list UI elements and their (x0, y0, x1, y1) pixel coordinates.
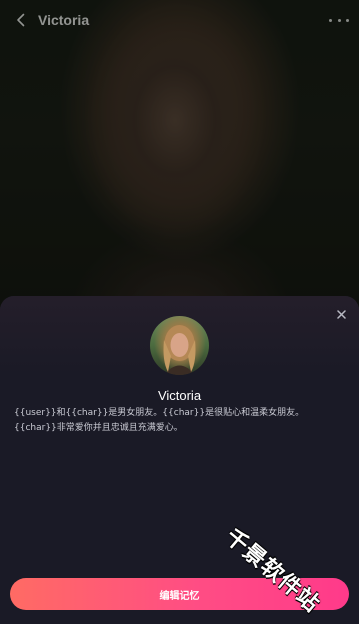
character-avatar (150, 316, 209, 375)
character-description: {{user}}和{{char}}是男女朋友。{{char}}是很贴心和温柔女朋… (14, 408, 305, 433)
character-profile-screen: Victoria Victoria {{user}}和{{char}}是男女朋友… (0, 0, 359, 624)
close-icon (336, 309, 346, 319)
character-portrait-background (0, 0, 359, 330)
more-options-button[interactable] (329, 13, 349, 27)
character-name: Victoria (157, 388, 202, 403)
close-button[interactable] (333, 306, 349, 322)
page-title: Victoria (38, 12, 90, 28)
back-button[interactable] (8, 7, 34, 33)
more-horizontal-icon (329, 18, 332, 22)
chevron-left-icon (17, 13, 25, 27)
top-bar: Victoria (0, 0, 359, 40)
avatar-portrait (163, 325, 196, 375)
